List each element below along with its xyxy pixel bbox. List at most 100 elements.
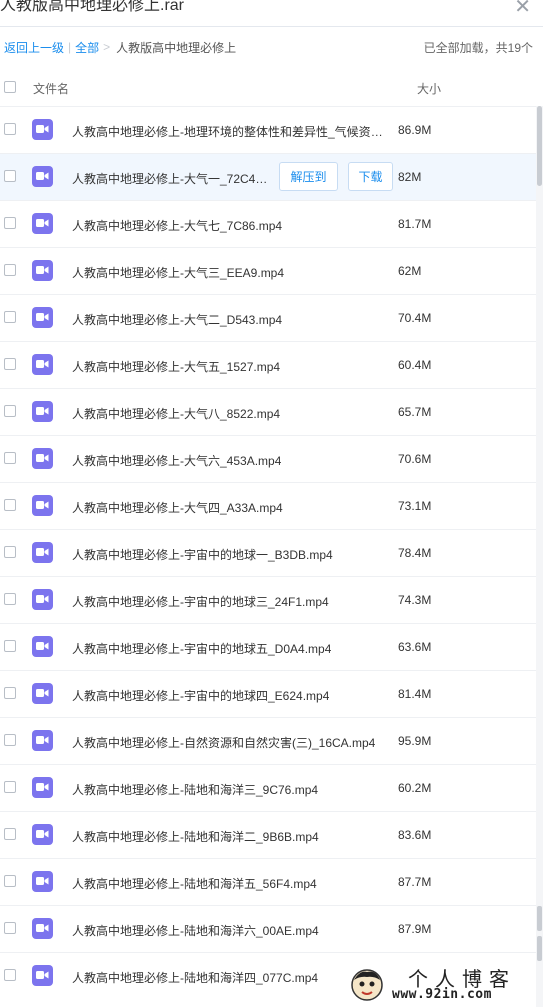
file-row[interactable]: 人教高中地理必修上-陆地和海洋三_9C76.mp4 60.2M bbox=[0, 764, 543, 811]
file-row[interactable]: 人教高中地理必修上-大气二_D543.mp4 70.4M bbox=[0, 294, 543, 341]
file-name[interactable]: 人教高中地理必修上-大气三_EEA9.mp4 bbox=[72, 264, 284, 281]
row-checkbox[interactable] bbox=[4, 546, 16, 558]
file-size: 87.7M bbox=[398, 875, 432, 889]
scroll-thumb[interactable] bbox=[537, 106, 542, 186]
download-button[interactable]: 下载 bbox=[348, 162, 393, 191]
load-status: 已全部加载，共19个 bbox=[423, 40, 533, 55]
row-checkbox[interactable] bbox=[4, 922, 16, 934]
video-file-icon bbox=[32, 119, 53, 140]
file-name[interactable]: 人教高中地理必修上-大气八_8522.mp4 bbox=[72, 405, 280, 422]
file-name[interactable]: 人教高中地理必修上-地理环境的整体性和差异性_气候资源等.mp4 bbox=[72, 123, 385, 140]
file-row[interactable]: 人教高中地理必修上-陆地和海洋二_9B6B.mp4 83.6M bbox=[0, 811, 543, 858]
file-size: 73.1M bbox=[398, 499, 432, 513]
row-checkbox[interactable] bbox=[4, 687, 16, 699]
row-checkbox[interactable] bbox=[4, 405, 16, 417]
row-checkbox[interactable] bbox=[4, 264, 16, 276]
watermark: 个人博客 www.92in.com bbox=[350, 962, 543, 1007]
file-list: 人教高中地理必修上-地理环境的整体性和差异性_气候资源等.mp486.9M人教高… bbox=[0, 106, 543, 999]
file-row[interactable]: 人教高中地理必修上-陆地和海洋六_00AE.mp4 87.9M bbox=[0, 905, 543, 952]
row-checkbox[interactable] bbox=[4, 358, 16, 370]
file-name[interactable]: 人教高中地理必修上-自然资源和自然灾害(三)_16CA.mp4 bbox=[72, 734, 375, 751]
file-row[interactable]: 人教高中地理必修上-大气四_A33A.mp4 73.1M bbox=[0, 482, 543, 529]
file-row[interactable]: 人教高中地理必修上-宇宙中的地球四_E624.mp4 81.4M bbox=[0, 670, 543, 717]
file-size: 65.7M bbox=[398, 405, 432, 419]
file-name[interactable]: 人教高中地理必修上-陆地和海洋四_077C.mp4 bbox=[72, 969, 318, 986]
column-size-header: 大小 bbox=[417, 82, 442, 96]
file-size: 81.7M bbox=[398, 217, 432, 231]
file-name[interactable]: 人教高中地理必修上-宇宙中的地球五_D0A4.mp4 bbox=[72, 640, 331, 657]
file-size: 95.9M bbox=[398, 734, 432, 748]
file-name[interactable]: 人教高中地理必修上-宇宙中的地球一_B3DB.mp4 bbox=[72, 546, 333, 563]
video-file-icon bbox=[32, 871, 53, 892]
video-file-icon bbox=[32, 354, 53, 375]
file-row[interactable]: 人教高中地理必修上-宇宙中的地球一_B3DB.mp4 78.4M bbox=[0, 529, 543, 576]
file-size: 60.2M bbox=[398, 781, 432, 795]
all-files-link[interactable]: 全部 bbox=[75, 39, 99, 56]
file-name[interactable]: 人教高中地理必修上-大气六_453A.mp4 bbox=[72, 452, 281, 469]
nav-divider: | bbox=[68, 40, 72, 54]
file-size: 74.3M bbox=[398, 593, 432, 607]
row-checkbox[interactable] bbox=[4, 499, 16, 511]
select-all-checkbox[interactable] bbox=[4, 81, 16, 93]
file-name[interactable]: 人教高中地理必修上-大气二_D543.mp4 bbox=[72, 311, 282, 328]
video-file-icon bbox=[32, 965, 53, 986]
back-link[interactable]: 返回上一级 bbox=[4, 39, 64, 56]
file-size: 70.4M bbox=[398, 311, 432, 325]
video-file-icon bbox=[32, 307, 53, 328]
file-name[interactable]: 人教高中地理必修上-陆地和海洋五_56F4.mp4 bbox=[72, 875, 317, 892]
row-checkbox[interactable] bbox=[4, 828, 16, 840]
close-icon[interactable]: ✕ bbox=[514, 0, 531, 19]
video-file-icon bbox=[32, 589, 53, 610]
file-row[interactable]: 人教高中地理必修上-地理环境的整体性和差异性_气候资源等.mp4 86.9M bbox=[0, 106, 543, 153]
file-row[interactable]: 人教高中地理必修上-宇宙中的地球五_D0A4.mp4 63.6M bbox=[0, 623, 543, 670]
row-checkbox[interactable] bbox=[4, 875, 16, 887]
row-checkbox[interactable] bbox=[4, 311, 16, 323]
file-name[interactable]: 人教高中地理必修上-宇宙中的地球四_E624.mp4 bbox=[72, 687, 329, 704]
file-row[interactable]: 人教高中地理必修上-大气八_8522.mp4 65.7M bbox=[0, 388, 543, 435]
row-checkbox[interactable] bbox=[4, 593, 16, 605]
file-row[interactable]: 人教高中地理必修上-大气五_1527.mp4 60.4M bbox=[0, 341, 543, 388]
title-bar: 人教版高中地理必修上.rar ✕ bbox=[0, 0, 543, 27]
row-checkbox[interactable] bbox=[4, 640, 16, 652]
file-name[interactable]: 人教高中地理必修上-大气五_1527.mp4 bbox=[72, 358, 280, 375]
file-row[interactable]: 人教高中地理必修上-大气一_72C4.mp4 82M 解压到 下载 bbox=[0, 153, 543, 200]
file-name[interactable]: 人教高中地理必修上-大气七_7C86.mp4 bbox=[72, 217, 282, 234]
video-file-icon bbox=[32, 730, 53, 751]
file-row[interactable]: 人教高中地理必修上-大气七_7C86.mp4 81.7M bbox=[0, 200, 543, 247]
row-checkbox[interactable] bbox=[4, 123, 16, 135]
extract-to-button[interactable]: 解压到 bbox=[279, 162, 338, 191]
file-row[interactable]: 人教高中地理必修上-自然资源和自然灾害(三)_16CA.mp4 95.9M bbox=[0, 717, 543, 764]
row-checkbox[interactable] bbox=[4, 781, 16, 793]
breadcrumb: 返回上一级 | 全部 > 人教版高中地理必修上 已全部加载，共19个 bbox=[0, 27, 543, 67]
row-checkbox[interactable] bbox=[4, 170, 16, 182]
file-size: 60.4M bbox=[398, 358, 432, 372]
file-name[interactable]: 人教高中地理必修上-大气四_A33A.mp4 bbox=[72, 499, 283, 516]
file-name[interactable]: 人教高中地理必修上-陆地和海洋二_9B6B.mp4 bbox=[72, 828, 319, 845]
file-name[interactable]: 人教高中地理必修上-陆地和海洋六_00AE.mp4 bbox=[72, 922, 319, 939]
window-title: 人教版高中地理必修上.rar bbox=[0, 0, 185, 14]
row-checkbox[interactable] bbox=[4, 217, 16, 229]
file-size: 78.4M bbox=[398, 546, 432, 560]
column-name-header: 文件名 bbox=[33, 82, 70, 96]
file-size: 63.6M bbox=[398, 640, 432, 654]
video-file-icon bbox=[32, 166, 53, 187]
row-checkbox[interactable] bbox=[4, 734, 16, 746]
file-row[interactable]: 人教高中地理必修上-陆地和海洋五_56F4.mp4 87.7M bbox=[0, 858, 543, 905]
file-name[interactable]: 人教高中地理必修上-陆地和海洋三_9C76.mp4 bbox=[72, 781, 318, 798]
file-name[interactable]: 人教高中地理必修上-大气一_72C4.mp4 bbox=[72, 170, 270, 187]
file-row[interactable]: 人教高中地理必修上-宇宙中的地球三_24F1.mp4 74.3M bbox=[0, 576, 543, 623]
file-size: 87.9M bbox=[398, 922, 432, 936]
file-size: 83.6M bbox=[398, 828, 432, 842]
row-checkbox[interactable] bbox=[4, 452, 16, 464]
file-name[interactable]: 人教高中地理必修上-宇宙中的地球三_24F1.mp4 bbox=[72, 593, 329, 610]
video-file-icon bbox=[32, 448, 53, 469]
video-file-icon bbox=[32, 495, 53, 516]
file-row[interactable]: 人教高中地理必修上-大气三_EEA9.mp4 62M bbox=[0, 247, 543, 294]
video-file-icon bbox=[32, 777, 53, 798]
video-file-icon bbox=[32, 401, 53, 422]
video-file-icon bbox=[32, 213, 53, 234]
file-row[interactable]: 人教高中地理必修上-大气六_453A.mp4 70.6M bbox=[0, 435, 543, 482]
row-checkbox[interactable] bbox=[4, 969, 16, 981]
video-file-icon bbox=[32, 918, 53, 939]
scrollbar[interactable] bbox=[536, 106, 543, 1007]
